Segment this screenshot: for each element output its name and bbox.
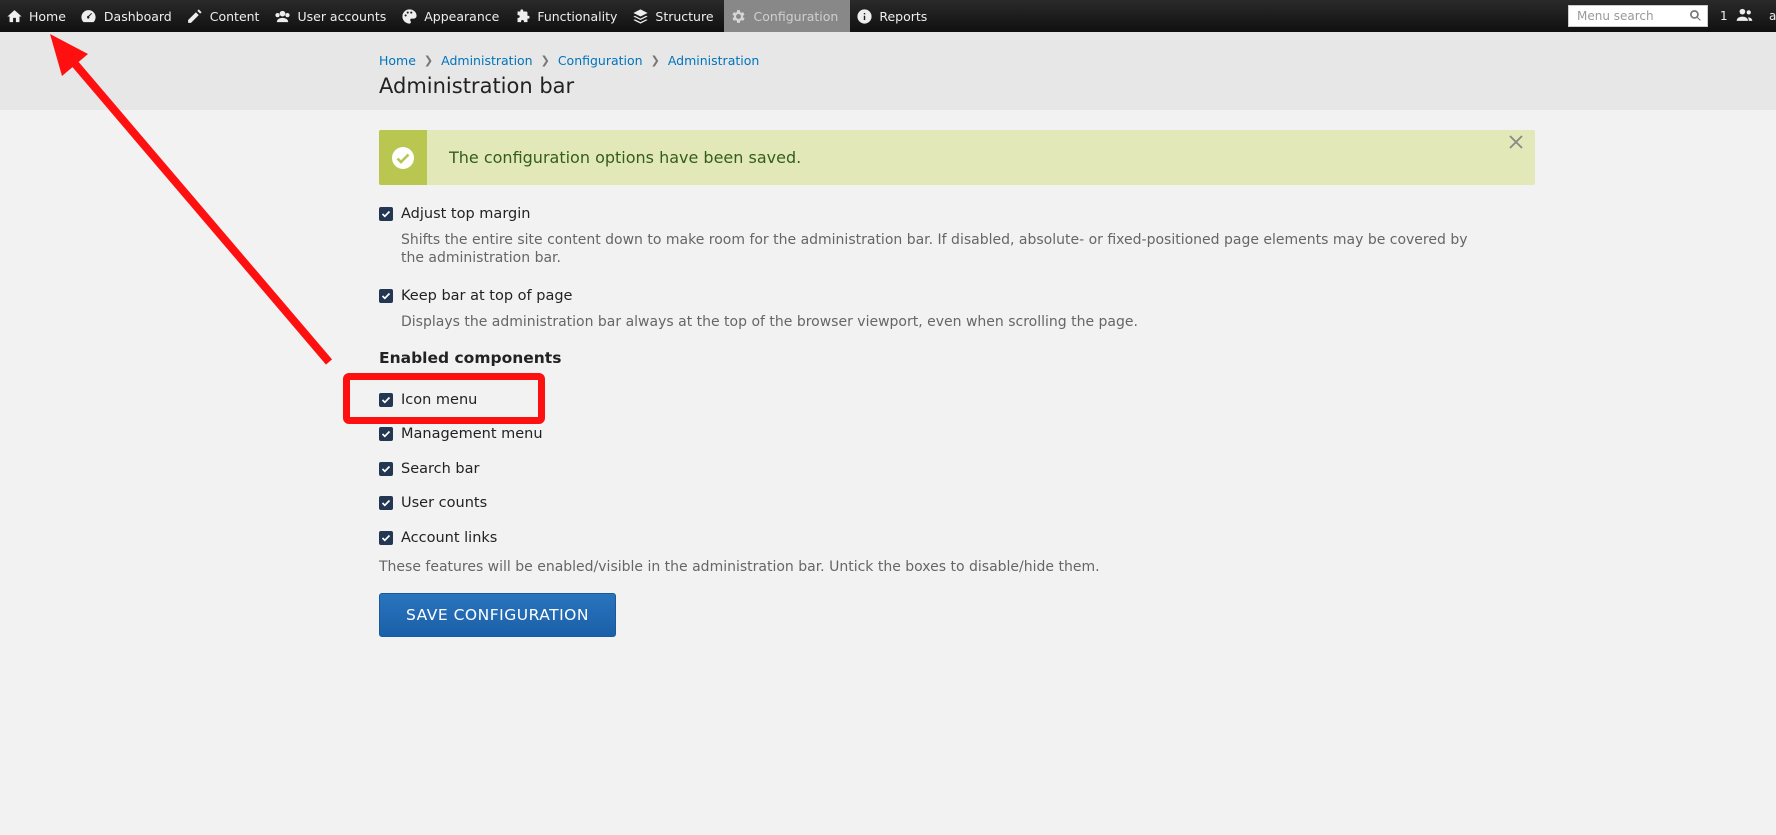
breadcrumb-administration[interactable]: Administration (441, 53, 532, 68)
adjust-top-margin-option[interactable]: Adjust top margin (379, 206, 530, 222)
toolbar-item-label: Functionality (537, 8, 618, 24)
breadcrumb-home[interactable]: Home (379, 53, 416, 68)
keep-bar-top-description: Displays the administration bar always a… (401, 314, 1138, 330)
toolbar-item-home[interactable]: Home (0, 0, 75, 32)
toolbar-item-user-accounts[interactable]: User accounts (268, 0, 395, 32)
status-message: The configuration options have been save… (379, 130, 1535, 185)
keep-bar-top-label: Keep bar at top of page (401, 288, 573, 304)
adjust-top-margin-checkbox[interactable] (379, 207, 393, 221)
users-icon (273, 7, 291, 25)
toolbar-item-label: Reports (879, 8, 928, 24)
toolbar-item-content[interactable]: Content (181, 0, 269, 32)
toolbar-item-configuration[interactable]: Configuration (723, 0, 851, 32)
enabled-components-heading: Enabled components (379, 349, 562, 367)
toolbar-item-label: Structure (655, 8, 714, 24)
breadcrumb: Home ❯ Administration ❯ Configuration ❯ … (379, 53, 759, 68)
keep-bar-top-checkbox[interactable] (379, 289, 393, 303)
message-status-bar (379, 130, 427, 185)
search-bar-label: Search bar (401, 461, 480, 477)
user-counts-label: User counts (401, 495, 488, 511)
account-links-checkbox[interactable] (379, 531, 393, 545)
toolbar-item-structure[interactable]: Structure (626, 0, 722, 32)
chevron-right-icon: ❯ (650, 54, 660, 67)
menu-search (1568, 5, 1708, 27)
status-message-text: The configuration options have been save… (449, 148, 802, 167)
save-configuration-button[interactable]: SAVE CONFIGURATION (379, 593, 616, 637)
toolbar-item-functionality[interactable]: Functionality (508, 0, 626, 32)
user-count-value: 1 (1720, 9, 1728, 23)
management-menu-checkbox[interactable] (379, 427, 393, 441)
menu-search-input[interactable] (1569, 6, 1687, 26)
management-menu-label: Management menu (401, 426, 543, 442)
toolbar-item-appearance[interactable]: Appearance (395, 0, 508, 32)
account-links-label: Account links (401, 530, 498, 546)
info-icon (855, 7, 873, 25)
search-bar-checkbox[interactable] (379, 462, 393, 476)
pencil-icon (186, 7, 204, 25)
chevron-right-icon: ❯ (540, 54, 550, 67)
toolbar-item-reports[interactable]: Reports (850, 0, 936, 32)
chevron-right-icon: ❯ (423, 54, 434, 67)
user-count[interactable]: 1 (1720, 0, 1753, 32)
adjust-top-margin-label: Adjust top margin (401, 206, 531, 222)
component-account-links[interactable]: Account links (379, 530, 497, 546)
breadcrumb-configuration[interactable]: Configuration (558, 53, 643, 68)
toolbar-item-label: Dashboard (103, 8, 172, 24)
toolbar-item-label: Configuration (753, 8, 839, 24)
layers-icon (631, 7, 649, 25)
account-link[interactable]: a (1769, 0, 1776, 32)
toolbar-item-label: Appearance (424, 8, 500, 24)
page-header: Home ❯ Administration ❯ Configuration ❯ … (0, 32, 1776, 110)
toolbar-item-label: Content (209, 8, 260, 24)
toolbar-item-dashboard[interactable]: Dashboard (75, 0, 181, 32)
adjust-top-margin-description: Shifts the entire site content down to m… (401, 232, 1468, 266)
annotation-arrow (50, 34, 333, 365)
breadcrumb-administration-2[interactable]: Administration (668, 53, 759, 68)
users-icon (1728, 7, 1753, 25)
search-icon[interactable] (1689, 9, 1703, 23)
admin-toolbar: Home Dashboard Content User accounts App… (0, 0, 1776, 32)
components-description: These features will be enabled/visible i… (379, 559, 1100, 575)
home-icon (5, 7, 23, 25)
close-icon[interactable] (1509, 134, 1525, 150)
component-search-bar[interactable]: Search bar (379, 461, 479, 477)
page-title: Administration bar (379, 74, 575, 98)
keep-bar-top-option[interactable]: Keep bar at top of page (379, 288, 572, 304)
puzzle-icon (513, 7, 531, 25)
check-circle-icon (392, 146, 414, 169)
toolbar-item-label: Home (29, 8, 66, 24)
dashboard-icon (80, 7, 98, 25)
gear-icon (730, 7, 748, 25)
annotation-highlight-box (343, 373, 545, 424)
toolbar-item-label: User accounts (297, 8, 387, 24)
palette-icon (400, 7, 418, 25)
component-user-counts[interactable]: User counts (379, 495, 487, 511)
user-counts-checkbox[interactable] (379, 496, 393, 510)
component-management-menu[interactable]: Management menu (379, 426, 543, 442)
